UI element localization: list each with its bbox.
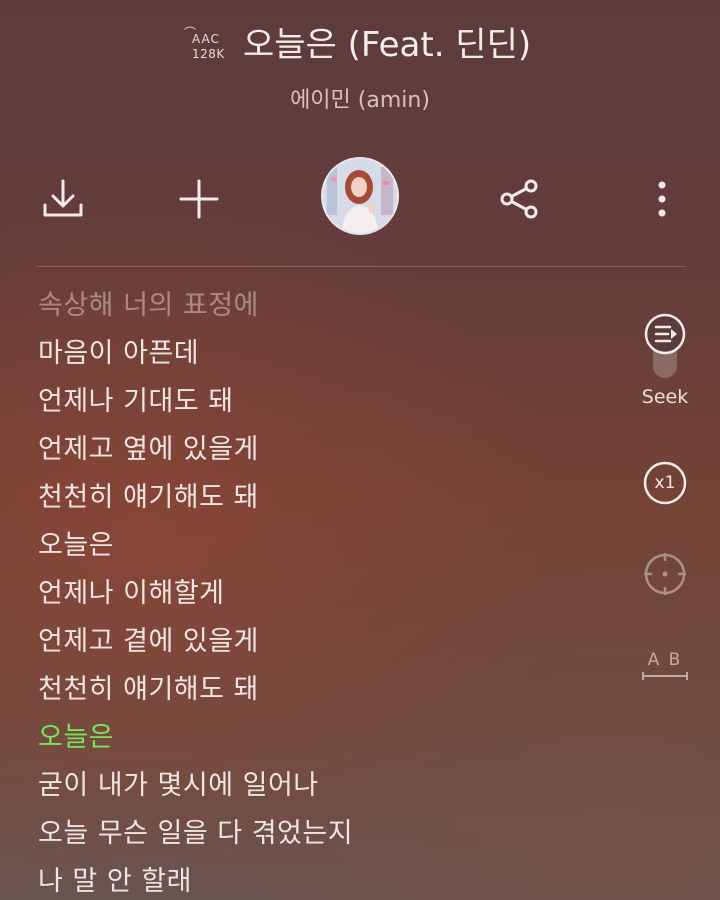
more-vertical-icon [658, 181, 666, 217]
speed-label: x1 [654, 473, 676, 493]
seek-lyrics-icon [644, 313, 686, 355]
current-lyric-line: 오늘은 [38, 722, 115, 753]
playback-speed-button[interactable]: x1 [642, 460, 688, 506]
lyric-line: 언제나 이해할게 [38, 578, 225, 609]
audio-quality-badge: ⌒ AAC 128K [182, 26, 232, 64]
bitrate-label: 128K [192, 47, 225, 61]
header-divider [36, 266, 686, 267]
album-art[interactable] [321, 157, 399, 235]
seek-label: Seek [641, 386, 689, 408]
lyric-line: 굳이 내가 몇시에 일어나 [38, 770, 319, 801]
share-icon [500, 179, 538, 219]
album-art-image [323, 159, 397, 233]
crosshair-icon [644, 553, 686, 595]
song-title: 오늘은 (Feat. 딘딘) [243, 25, 532, 65]
seek-toggle[interactable]: Seek [630, 312, 700, 408]
now-playing-header: ⌒ AAC 128K 오늘은 (Feat. 딘딘) 에이민 (amin) [0, 0, 720, 130]
lyric-line: 천천히 얘기해도 돼 [38, 482, 259, 513]
lyric-line: 천천히 얘기해도 돼 [38, 674, 259, 705]
lyric-line: 언제나 기대도 돼 [38, 386, 234, 417]
share-button[interactable] [492, 172, 546, 226]
lyric-line: 속상해 너의 표정에 [38, 290, 259, 321]
lyric-line: 언제고 옆에 있을게 [38, 434, 259, 465]
codec-label: AAC [192, 32, 220, 46]
add-to-playlist-button[interactable] [172, 172, 226, 226]
plus-icon [179, 179, 219, 219]
lyric-line: 마음이 아픈데 [38, 338, 200, 369]
lyrics-panel[interactable]: 속상해 너의 표정에 마음이 아픈데 언제나 기대도 돼 언제고 옆에 있을게 … [38, 284, 598, 900]
seek-switch[interactable] [643, 312, 687, 382]
lyric-line: 오늘 무슨 일을 다 겪었는지 [38, 818, 354, 849]
ab-repeat-button[interactable]: A B [638, 650, 692, 682]
sync-lyrics-button[interactable] [642, 551, 688, 597]
ab-range-icon [642, 672, 688, 680]
artist-name[interactable]: 에이민 (amin) [0, 82, 720, 114]
download-button[interactable] [36, 172, 90, 226]
lyric-line: 오늘은 [38, 530, 115, 561]
lyric-line: 나 말 안 할래 [38, 866, 192, 897]
ab-label: A B [647, 650, 683, 670]
download-icon [43, 179, 83, 217]
more-options-button[interactable] [640, 172, 684, 226]
lyric-line: 언제고 곁에 있을게 [38, 626, 259, 657]
